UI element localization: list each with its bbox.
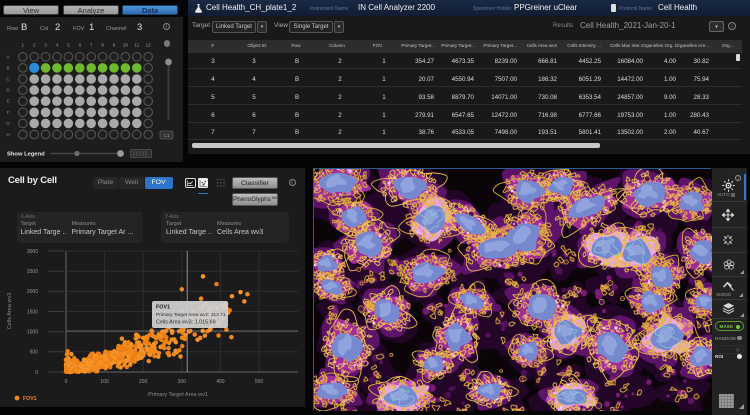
svg-text:E: E [6, 99, 9, 104]
svg-text:11: 11 [134, 43, 139, 49]
svg-text:12: 12 [146, 43, 152, 49]
svg-text:0: 0 [35, 370, 38, 376]
svg-text:1:1: 1:1 [164, 133, 170, 138]
svg-text:G: G [6, 121, 10, 126]
svg-text:4: 4 [56, 43, 59, 49]
svg-text:500: 500 [30, 350, 39, 356]
svg-text:100: 100 [100, 379, 109, 385]
svg-text:F: F [7, 110, 10, 115]
svg-text:0: 0 [65, 379, 68, 385]
svg-text:3: 3 [44, 43, 47, 49]
svg-text:7: 7 [90, 43, 93, 49]
svg-text:Primary Target Area wv1: 313.7: Primary Target Area wv1: 313.71 [156, 312, 226, 318]
svg-text:3000: 3000 [27, 249, 38, 255]
svg-text:B: B [6, 65, 9, 70]
svg-text:H: H [6, 132, 9, 137]
svg-text:C: C [6, 77, 10, 82]
svg-text:2: 2 [33, 43, 36, 49]
svg-text:A: A [6, 54, 10, 59]
svg-text:6: 6 [78, 43, 81, 49]
svg-text:Cells Area wv3: Cells Area wv3 [7, 293, 13, 329]
svg-text:5: 5 [67, 43, 70, 49]
svg-text:D: D [6, 88, 10, 93]
svg-text:2500: 2500 [27, 269, 38, 275]
svg-text:FOV1: FOV1 [156, 305, 170, 311]
svg-text:Primary Target Area wv1: Primary Target Area wv1 [148, 392, 208, 398]
svg-text:200: 200 [139, 379, 148, 385]
svg-text:9: 9 [113, 43, 116, 49]
svg-text:2000: 2000 [27, 289, 38, 295]
svg-text:10: 10 [123, 43, 129, 49]
svg-text:8: 8 [101, 43, 104, 49]
svg-text:Cells Area wv3: 1,015.69: Cells Area wv3: 1,015.69 [156, 320, 216, 326]
svg-text:Show Legend: Show Legend [7, 152, 45, 158]
svg-text:500: 500 [255, 379, 264, 385]
svg-text:FOV1: FOV1 [23, 396, 37, 402]
svg-text:1500: 1500 [27, 309, 38, 315]
svg-text:400: 400 [216, 379, 225, 385]
svg-text:300: 300 [178, 379, 187, 385]
svg-text:1: 1 [21, 43, 24, 49]
svg-text:1000: 1000 [27, 330, 38, 336]
